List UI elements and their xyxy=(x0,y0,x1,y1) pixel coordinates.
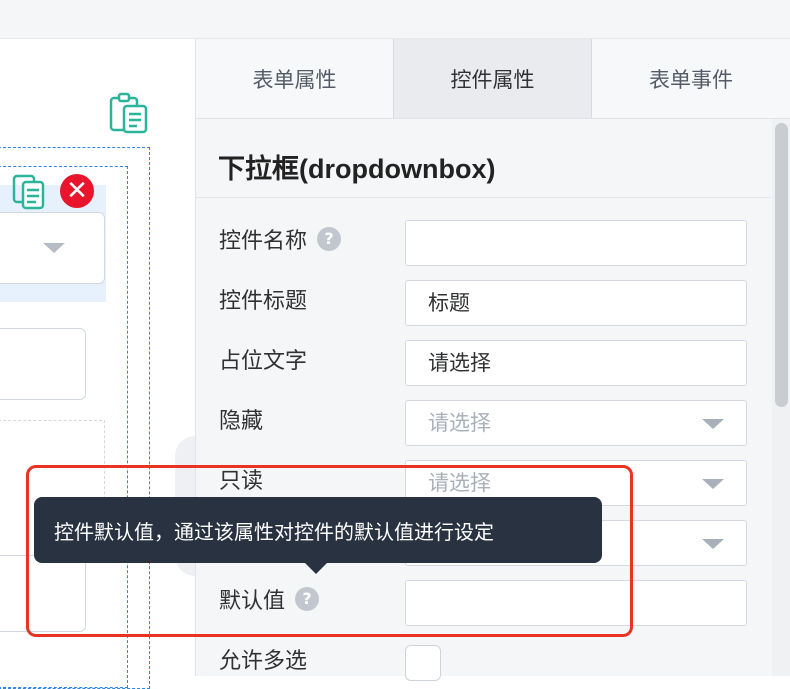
chevron-down-icon xyxy=(702,419,724,429)
scrollbar-thumb[interactable] xyxy=(775,123,788,407)
chevron-down-icon xyxy=(702,479,724,489)
copy-icon[interactable] xyxy=(12,170,46,210)
chevron-down-icon xyxy=(702,539,724,549)
top-bar xyxy=(0,0,790,39)
allow-multiple-label: 允许多选 xyxy=(219,643,307,675)
copy-icon[interactable] xyxy=(108,92,150,136)
panel-tabs: 表单属性 控件属性 表单事件 xyxy=(196,39,790,119)
annotation-highlight-box xyxy=(26,465,633,637)
row-label-text: 占位文字 xyxy=(219,349,308,374)
control-type-title: 下拉框(dropdownbox) xyxy=(218,154,496,184)
canvas-input-field[interactable] xyxy=(0,328,86,400)
control-title-input[interactable]: 标题 xyxy=(405,280,747,326)
canvas-divider xyxy=(0,420,102,421)
control-title-label: 控件标题 xyxy=(219,283,307,315)
divider xyxy=(196,197,771,198)
row-label-text: 控件标题 xyxy=(219,289,308,314)
placeholder-text-label: 占位文字 xyxy=(219,343,307,375)
select-placeholder: 请选择 xyxy=(428,411,491,435)
row-label-text: 隐藏 xyxy=(219,409,264,434)
hidden-select[interactable]: 请选择 xyxy=(405,400,747,446)
tab-control-properties[interactable]: 控件属性 xyxy=(394,39,592,118)
hidden-label: 隐藏 xyxy=(219,403,263,435)
help-icon[interactable]: ? xyxy=(317,227,342,251)
control-name-label: 控件名称 ? xyxy=(219,223,342,255)
close-icon[interactable]: ✕ xyxy=(60,174,94,208)
placeholder-text-input[interactable]: 请选择 xyxy=(405,340,747,386)
row-label-text: 控件名称 xyxy=(219,229,308,254)
row-label-text: 允许多选 xyxy=(219,649,308,674)
canvas-dropdown-input[interactable] xyxy=(0,212,105,284)
tab-form-properties[interactable]: 表单属性 xyxy=(196,39,394,118)
chevron-down-icon xyxy=(43,243,65,253)
control-name-input[interactable] xyxy=(405,220,747,266)
tab-form-events[interactable]: 表单事件 xyxy=(592,39,790,118)
